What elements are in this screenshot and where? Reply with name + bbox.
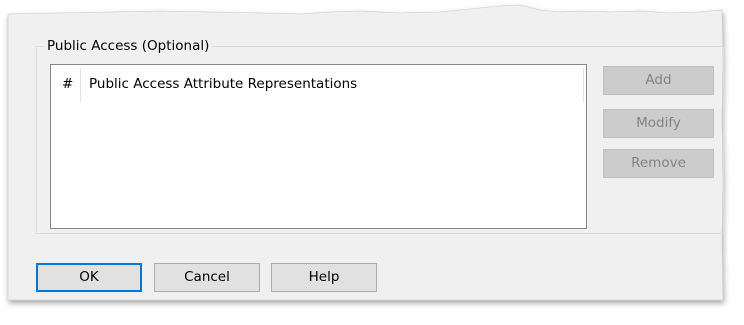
public-access-group-label: Public Access (Optional) <box>44 37 213 55</box>
column-header-attribute-representations[interactable]: Public Access Attribute Representations <box>89 75 357 93</box>
public-access-attributes-list[interactable]: # Public Access Attribute Representation… <box>50 64 587 229</box>
column-divider[interactable] <box>583 68 584 102</box>
remove-button[interactable]: Remove <box>603 149 714 178</box>
cancel-button[interactable]: Cancel <box>154 263 260 292</box>
dialog-screenshot: Public Access (Optional) # Public Access… <box>0 0 744 325</box>
column-header-number[interactable]: # <box>62 75 73 93</box>
ok-button[interactable]: OK <box>36 263 142 292</box>
help-button[interactable]: Help <box>271 263 377 292</box>
column-divider[interactable] <box>80 68 81 102</box>
list-header: # Public Access Attribute Representation… <box>51 65 586 102</box>
modify-button[interactable]: Modify <box>603 109 714 138</box>
add-button[interactable]: Add <box>603 66 714 95</box>
